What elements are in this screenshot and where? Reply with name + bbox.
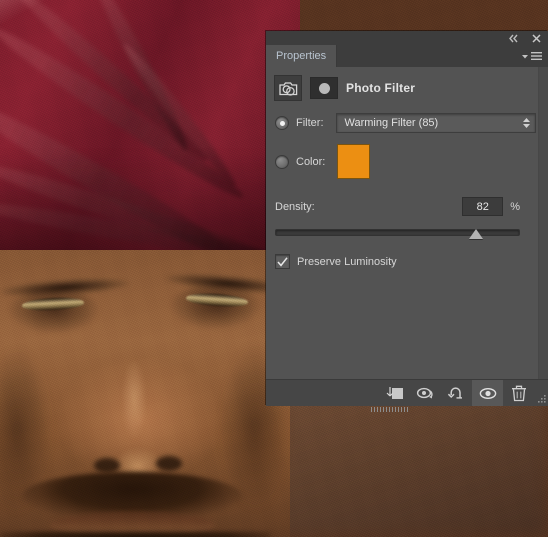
density-slider-thumb[interactable] <box>468 229 483 239</box>
right-eye-socket <box>170 284 262 330</box>
tab-bar-filler <box>337 45 548 67</box>
adjustment-title: Photo Filter <box>346 81 416 95</box>
preserve-luminosity-label: Preserve Luminosity <box>297 255 397 268</box>
panel-tab-bar: Properties <box>266 45 548 67</box>
panel-menu-icon[interactable] <box>521 52 542 61</box>
beard <box>0 532 270 537</box>
preserve-luminosity-checkbox[interactable] <box>275 254 290 269</box>
stepper-updown-icon[interactable] <box>522 118 530 128</box>
layer-mask-thumbnail-icon[interactable] <box>310 77 338 99</box>
density-slider-track <box>275 229 520 236</box>
adjustment-header: Photo Filter <box>266 67 548 101</box>
panel-scrollbar[interactable] <box>538 67 548 380</box>
trash-icon[interactable] <box>503 380 534 406</box>
filter-label: Filter: <box>296 117 324 129</box>
reset-icon[interactable] <box>441 380 472 406</box>
double-chevron-left-icon[interactable] <box>508 33 519 44</box>
density-value-input[interactable]: 82 <box>462 197 504 216</box>
density-label: Density: <box>275 200 315 213</box>
panel-footer-toolbar <box>266 379 548 412</box>
filter-select[interactable]: Warming Filter (85) <box>335 113 536 133</box>
face <box>0 250 291 537</box>
color-row: Color: <box>266 144 548 179</box>
view-previous-state-icon[interactable] <box>410 380 441 406</box>
visibility-eye-icon[interactable] <box>472 380 503 406</box>
panel-title-bar[interactable] <box>266 31 548 45</box>
clip-to-layer-icon[interactable] <box>379 380 410 406</box>
properties-panel-body: Photo Filter Filter: Warming Filter (85)… <box>266 67 548 380</box>
mask-dot <box>318 82 330 94</box>
tab-properties[interactable]: Properties <box>266 45 338 67</box>
close-icon[interactable] <box>531 33 542 44</box>
tab-properties-label: Properties <box>276 50 327 62</box>
properties-panel: Properties Photo Filter Filter: Warming … <box>266 31 548 412</box>
filter-row: Filter: Warming Filter (85) <box>266 113 548 133</box>
drag-handle-icon[interactable] <box>371 407 409 412</box>
density-row: Density: 82 % <box>266 197 520 216</box>
photo-filter-adjustment-icon[interactable] <box>274 75 302 101</box>
color-radio[interactable] <box>275 154 289 169</box>
color-swatch[interactable] <box>337 144 371 179</box>
resize-grip-icon[interactable] <box>534 379 548 408</box>
checkmark-icon <box>277 256 288 267</box>
density-slider[interactable] <box>275 225 520 239</box>
filter-select-value: Warming Filter (85) <box>344 117 439 129</box>
screenshot-root: Properties Photo Filter Filter: Warming … <box>0 0 548 537</box>
density-unit-label: % <box>510 200 520 213</box>
left-eye-socket <box>8 288 100 334</box>
filter-radio[interactable] <box>275 116 289 130</box>
color-label: Color: <box>296 155 326 168</box>
preserve-luminosity-row[interactable]: Preserve Luminosity <box>266 254 548 269</box>
